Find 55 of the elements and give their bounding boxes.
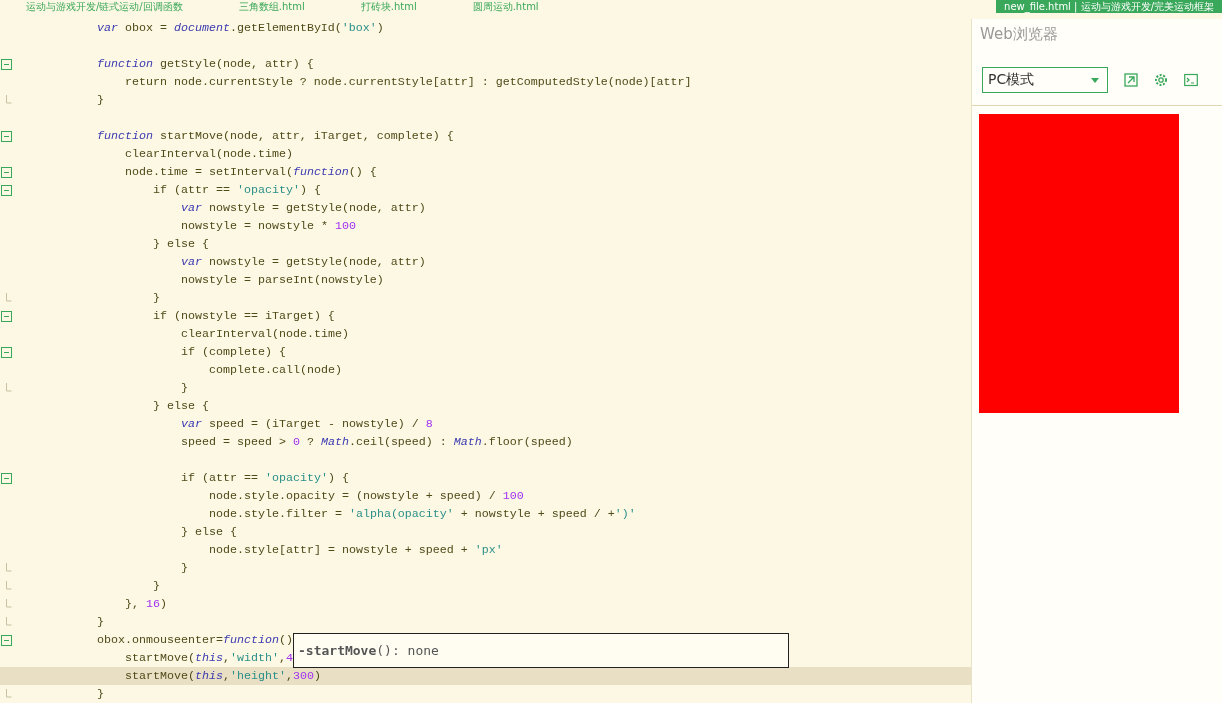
code-line: if (complete) {	[181, 345, 286, 359]
code-line: return node.currentStyle ? node.currentStyle[attr] : getComputedStyle(node)[attr]	[125, 75, 692, 89]
fold-toggle-icon[interactable]	[1, 58, 12, 70]
code-line: }	[181, 381, 188, 395]
fold-toggle-icon[interactable]	[1, 130, 12, 142]
fold-toggle-icon[interactable]	[1, 472, 12, 484]
file-tab[interactable]: 打砖块.html	[352, 0, 425, 13]
terminal-icon[interactable]	[1184, 73, 1198, 87]
code-line: node.style.filter = 'alpha(opacity' + nowstyle + speed / +')'	[209, 507, 636, 521]
code-line: }	[153, 579, 160, 593]
code-line: startMove(this,'height',300)	[125, 669, 321, 683]
code-line: if (nowstyle == iTarget) {	[153, 309, 335, 323]
code-line: speed = speed > 0 ? Math.ceil(speed) : Math.floor(speed)	[181, 435, 573, 449]
fold-toggle-icon[interactable]	[1, 346, 12, 358]
code-line: startMove(this,'width',4	[125, 651, 293, 665]
file-tab[interactable]: 圆周运动.html	[464, 0, 547, 13]
code-line: node.time = setInterval(function() {	[125, 165, 377, 179]
code-line: function startMove(node, attr, iTarget, complete) {	[97, 129, 454, 143]
code-line: if (attr == 'opacity') {	[153, 183, 321, 197]
code-line: }	[97, 687, 104, 701]
fold-toggle-icon[interactable]	[1, 310, 12, 322]
code-line: }	[153, 291, 160, 305]
code-line: obox.onmouseenter=function()	[97, 633, 293, 647]
code-line: function getStyle(node, attr) {	[97, 57, 314, 71]
code-line: }	[97, 93, 104, 107]
caret-icon	[1091, 77, 1099, 83]
panel-title: Web浏览器	[979, 24, 1059, 45]
code-line: var nowstyle = getStyle(node, attr)	[181, 201, 426, 215]
fold-toggle-icon[interactable]	[1, 166, 12, 178]
code-line: var nowstyle = getStyle(node, attr)	[181, 255, 426, 269]
code-line: }, 16)	[125, 597, 167, 611]
file-tab[interactable]: 运动与游戏开发/链式运动/回调函数	[18, 0, 191, 13]
file-tab[interactable]: new_file.html | 运动与游戏开发/完美运动框架	[996, 0, 1222, 13]
open-external-icon[interactable]	[1124, 73, 1138, 87]
code-line: } else {	[153, 399, 209, 413]
code-line: if (attr == 'opacity') {	[181, 471, 349, 485]
code-line: var speed = (iTarget - nowstyle) / 8	[181, 417, 433, 431]
autocomplete-tooltip: -startMove(): none	[293, 633, 789, 668]
code-line: node.style.opacity = (nowstyle + speed) / 100	[209, 489, 524, 503]
code-line: complete.call(node)	[209, 363, 342, 377]
code-line: node.style[attr] = nowstyle + speed + 'px'	[209, 543, 503, 557]
code-line: }	[97, 615, 104, 629]
code-line: clearInterval(node.time)	[125, 147, 293, 161]
code-line: var obox = document.getElementById('box')	[97, 21, 384, 35]
fold-toggle-icon[interactable]	[1, 184, 12, 196]
code-line: } else {	[181, 525, 237, 539]
code-line: } else {	[153, 237, 209, 251]
settings-icon[interactable]	[1154, 73, 1168, 87]
file-tab[interactable]: 三角数组.html	[230, 0, 313, 13]
code-line: nowstyle = parseInt(nowstyle)	[181, 273, 384, 287]
code-line: }	[181, 561, 188, 575]
code-line: nowstyle = nowstyle * 100	[181, 219, 356, 233]
mode-dropdown[interactable]: PC模式	[982, 67, 1108, 93]
fold-toggle-icon[interactable]	[1, 634, 12, 646]
code-line: clearInterval(node.time)	[181, 327, 349, 341]
